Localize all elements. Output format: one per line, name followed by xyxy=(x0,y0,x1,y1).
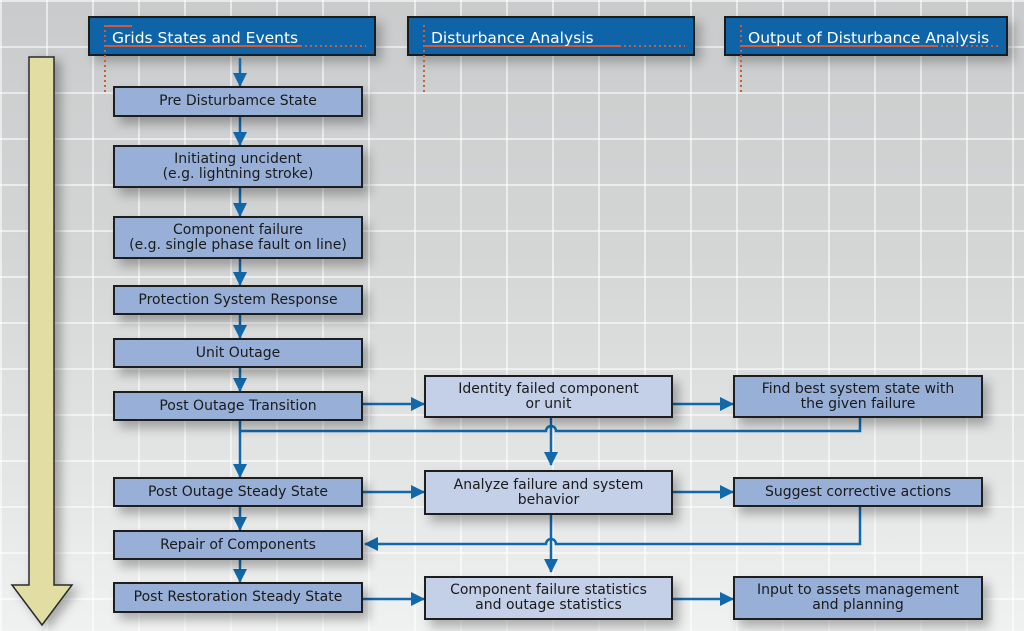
output-label: Find best system state with the given fa… xyxy=(761,380,955,412)
state-label: Pre Disturbamce State xyxy=(159,93,317,109)
state-box-initiating-incident[interactable]: Initiating uncident (e.g. lightning stro… xyxy=(113,145,363,188)
state-box-post-outage-transition[interactable]: Post Outage Transition xyxy=(113,391,363,421)
analysis-label: Identity failed component or unit xyxy=(458,380,639,412)
state-label: Initiating uncident (e.g. lightning stro… xyxy=(162,150,314,182)
output-label: Suggest corrective actions xyxy=(764,483,952,500)
analysis-box-identify-failed[interactable]: Identity failed component or unit xyxy=(424,375,673,418)
output-box-assets-management[interactable]: Input to assets management and planning xyxy=(733,576,983,620)
output-box-corrective-actions[interactable]: Suggest corrective actions xyxy=(733,477,983,507)
analysis-label: Component failure statistics and outage … xyxy=(450,582,647,613)
state-box-component-failure[interactable]: Component failure (e.g. single phase fau… xyxy=(113,216,363,259)
analysis-label: Analyze failure and system behavior xyxy=(453,476,644,508)
state-box-protection-response[interactable]: Protection System Response xyxy=(113,285,363,315)
state-label: Unit Outage xyxy=(195,344,281,361)
state-label: Post Outage Transition xyxy=(159,397,317,414)
state-box-pre-disturbance[interactable]: Pre Disturbamce State xyxy=(113,86,363,117)
state-label: Protection System Response xyxy=(138,291,338,308)
state-box-post-restoration[interactable]: Post Restoration Steady State xyxy=(113,582,363,613)
analysis-box-analyze-failure[interactable]: Analyze failure and system behavior xyxy=(424,470,673,515)
analysis-box-failure-statistics[interactable]: Component failure statistics and outage … xyxy=(424,576,673,620)
state-box-repair-components[interactable]: Repair of Components xyxy=(113,530,363,560)
state-box-unit-outage[interactable]: Unit Outage xyxy=(113,338,363,368)
state-label: Component failure (e.g. single phase fau… xyxy=(129,221,347,253)
state-label: Repair of Components xyxy=(160,536,316,553)
state-label: Post Outage Steady State xyxy=(148,483,328,500)
output-box-best-system-state[interactable]: Find best system state with the given fa… xyxy=(733,375,983,418)
state-box-post-outage-steady[interactable]: Post Outage Steady State xyxy=(113,477,363,507)
output-label: Input to assets management and planning xyxy=(756,582,959,613)
state-label: Post Restoration Steady State xyxy=(133,589,343,605)
diagram-canvas: Grids States and Events Disturbance Anal… xyxy=(0,0,1024,631)
